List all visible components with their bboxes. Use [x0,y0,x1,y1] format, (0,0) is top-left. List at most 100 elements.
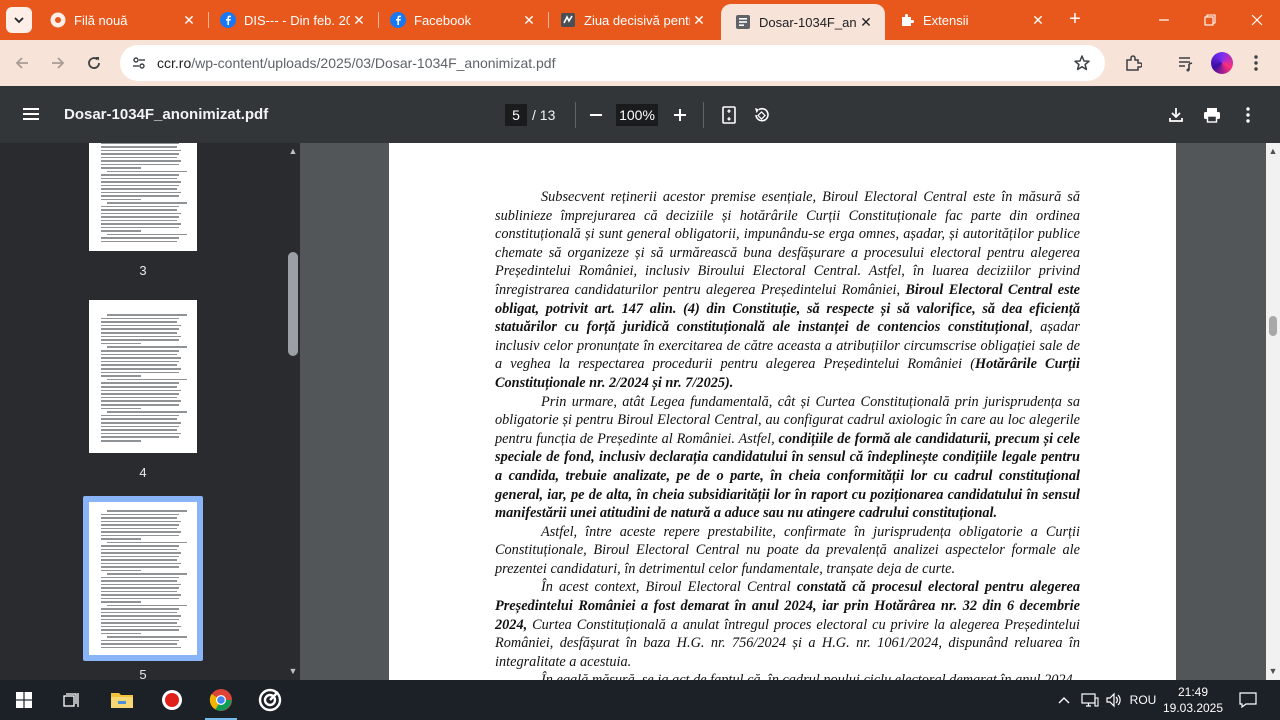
toolbar-divider [703,102,704,128]
close-tab-icon[interactable]: ✕ [180,11,198,29]
more-vert-icon [1254,55,1258,71]
new-tab-button[interactable]: + [1064,9,1086,31]
thumbnail-text-line [101,226,179,228]
task-view-button[interactable] [48,680,96,720]
notifications-button[interactable] [1234,680,1262,720]
thumbnail-label: 4 [139,465,147,480]
download-icon [1169,108,1183,122]
thumbnail-text-line [101,205,179,207]
notification-icon [1239,692,1257,708]
zoom-level-input[interactable]: 100% [616,104,658,126]
thumbnail-text-line [101,432,181,435]
folder-icon [111,693,133,708]
site-info-icon[interactable] [130,54,148,72]
input-language-indicator[interactable]: ROU [1127,680,1159,720]
thumbnail-text-line [101,360,179,363]
pdf-toolbar: Dosar-1034F_anonimizat.pdf 5 / 13 100% [0,86,1280,143]
pdf-more-button[interactable] [1236,103,1260,127]
fit-page-button[interactable] [717,103,741,127]
tab-search-button[interactable] [6,7,32,33]
thumbnail-text-line [101,328,179,330]
main-scroll-up-icon[interactable]: ▲ [1268,146,1278,156]
thumbnail-label: 3 [139,263,147,278]
url-path: /wp-content/uploads/2025/03/Dosar-1034F_… [191,55,556,71]
rotate-button[interactable] [749,103,773,127]
sidebar-scroll-up-icon[interactable]: ▲ [287,146,299,156]
show-hidden-icons-button[interactable] [1054,680,1074,720]
close-tab-icon[interactable]: ✕ [350,11,368,29]
thumbnail-text-line [101,237,179,239]
tab-dosar-pdf[interactable]: Dosar-1034F_anon ✕ [721,4,885,40]
recorder-app-button[interactable] [148,680,196,720]
back-button[interactable] [10,51,34,75]
file-explorer-button[interactable] [98,680,146,720]
network-button[interactable] [1078,680,1102,720]
thumbnail-text-line [101,576,179,578]
volume-button[interactable] [1102,680,1126,720]
bookmark-star-button[interactable] [1071,52,1093,74]
chrome-menu-button[interactable] [1245,52,1267,74]
forward-button[interactable] [46,51,70,75]
text-run: Astfel, între aceste repere prestabilite… [495,523,1080,577]
thumbnail-text-line [101,594,181,596]
reload-button[interactable] [82,51,106,75]
tab-title: Extensii [923,12,969,28]
main-scrollbar-thumb[interactable] [1269,316,1277,336]
thumbnail-text-line [101,590,177,592]
minimize-button[interactable] [1141,0,1187,40]
thumbnail-text-line [107,202,187,204]
page-number-input[interactable]: 5 [505,104,527,126]
thumbnail-text-line [101,223,181,225]
page-thumbnail-3[interactable] [89,143,197,251]
download-button[interactable] [1164,103,1188,127]
thumbnail-text-line [101,548,177,550]
zoom-in-button[interactable] [668,103,692,127]
thumbnail-text-line [101,181,181,183]
thumbnail-text-line [101,559,177,561]
thumbnail-text-line [101,425,179,428]
target-app-button[interactable] [246,680,294,720]
chrome-taskbar-button[interactable] [197,680,245,720]
sidebar-scroll-down-icon[interactable]: ▼ [287,666,299,676]
tab-facebook[interactable]: Facebook ✕ [376,0,548,40]
printer-icon [1204,108,1220,123]
zoom-out-button[interactable] [584,103,608,127]
media-controls-button[interactable] [1175,52,1197,74]
thumbnail-text-line [101,160,181,162]
restore-button[interactable] [1187,0,1233,40]
sidebar-scrollbar-track[interactable] [286,143,300,680]
tab-ziua-decisiva[interactable]: Ziua decisivă pentr ✕ [546,0,718,40]
thumbnail-text-line [107,411,187,413]
document-paragraph: Subsecvent reținerii acestor premise ese… [495,188,1080,393]
thumbnail-text-line [101,601,141,603]
profile-avatar[interactable] [1211,52,1233,74]
tab-extensii[interactable]: Extensii ✕ [885,0,1057,40]
close-window-button[interactable] [1234,0,1280,40]
tab-title: DIS--- - Din feb. 20 [244,12,350,28]
start-button[interactable] [0,680,48,720]
close-tab-icon[interactable]: ✕ [520,11,538,29]
tab-dis[interactable]: DIS--- - Din feb. 20 ✕ [206,0,378,40]
sidebar-toggle-button[interactable] [22,105,40,123]
thumbnail-text-line [101,583,181,585]
url-text[interactable]: ccr.ro/wp-content/uploads/2025/03/Dosar-… [157,55,555,71]
close-tab-icon[interactable]: ✕ [857,13,875,31]
close-tab-icon[interactable]: ✕ [1029,11,1047,29]
thumbnail-text-line [101,216,179,218]
pdf-viewport[interactable]: Subsecvent reținerii acestor premise ese… [300,143,1266,680]
thumbnail-text-line [101,552,181,554]
extensions-button[interactable] [1122,52,1144,74]
thumbnail-text-line [107,346,187,348]
page-thumbnail-4[interactable] [89,300,197,453]
close-tab-icon[interactable]: ✕ [690,11,708,29]
thumbnail-text-line [101,342,141,345]
page-thumbnail-5[interactable] [89,502,197,655]
print-button[interactable] [1200,103,1224,127]
thumbnail-text-line [107,170,187,172]
main-scroll-down-icon[interactable]: ▼ [1268,666,1278,676]
tab-new-tab[interactable]: Filă nouă ✕ [36,0,208,40]
system-clock[interactable]: 21:49 19.03.2025 [1160,684,1226,716]
sidebar-scrollbar-thumb[interactable] [288,252,298,356]
document-paragraph: Prin urmare, atât Legea fundamentală, câ… [495,393,1080,523]
main-scrollbar-track[interactable] [1266,143,1280,680]
